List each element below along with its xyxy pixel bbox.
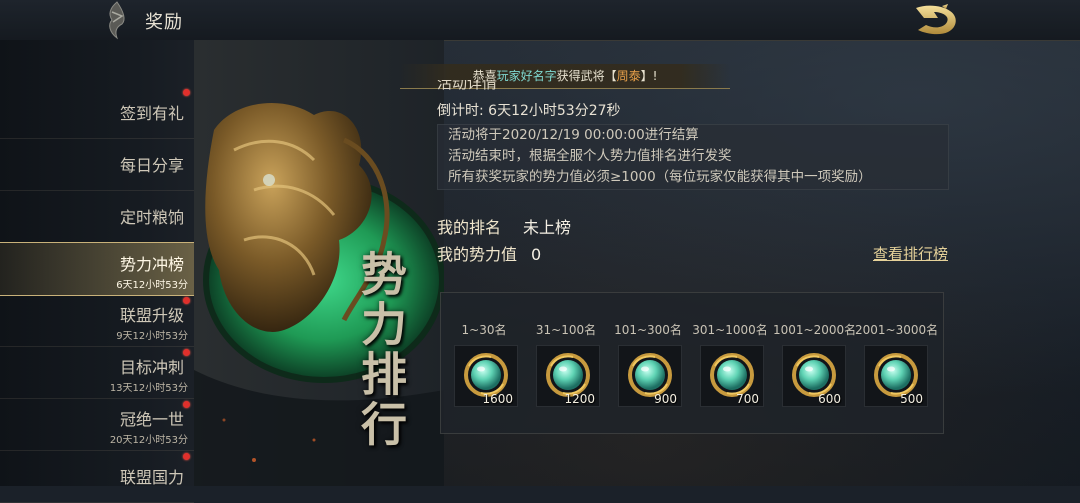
section-title: 活动详情: [437, 80, 497, 90]
sidebar-item-timer: 6天12小时53分: [116, 280, 188, 291]
banner-title: 势力排行: [354, 250, 408, 450]
sidebar-item-label: 联盟升级: [119, 306, 184, 325]
reward-item-slot[interactable]: 600: [782, 345, 846, 407]
sidebar-item-label: 联盟国力: [119, 468, 184, 487]
rule-line: 所有获奖玩家的势力值必须≥1000（每位玩家仅能获得其中一项奖励）: [448, 169, 872, 185]
announce-middle: 获得武将【: [556, 69, 617, 83]
sidebar-item-timer: 9天12小时53分: [116, 331, 188, 342]
my-power-value: 0: [531, 245, 542, 264]
back-dragon-icon[interactable]: [912, 3, 962, 37]
notification-dot: [183, 89, 190, 96]
reward-tier: 301~1000名 700: [691, 293, 769, 433]
notification-dot: [183, 349, 190, 356]
reward-item-slot[interactable]: 1200: [536, 345, 600, 407]
top-bar: 奖励: [0, 0, 1080, 41]
my-power-row: 我的势力值 0: [437, 241, 541, 265]
sidebar-item-label: 每日分享: [119, 156, 184, 175]
sidebar-item-label: 定时粮饷: [119, 208, 184, 227]
my-rank-row: 我的排名 未上榜: [437, 214, 571, 238]
reward-amount: 600: [818, 392, 841, 406]
reward-rank-range: 1001~2000名: [773, 323, 857, 337]
sidebar-item[interactable]: 签到有礼: [0, 86, 194, 139]
section-title-text: 活动详情: [437, 80, 498, 90]
announce-hero-name: 周泰: [616, 69, 641, 83]
sidebar-item-label: 冠绝一世: [119, 410, 184, 429]
rewards-panel: 1~30名 1600 31~100名 1200 101~300名 900 301~1000名…: [440, 292, 944, 434]
page-title: 奖励: [145, 12, 183, 33]
view-leaderboard-link[interactable]: 查看排行榜: [873, 243, 948, 264]
sidebar-item[interactable]: 联盟国力: [0, 450, 194, 503]
my-power-label: 我的势力值: [437, 245, 518, 264]
sidebar-item[interactable]: 势力冲榜 6天12小时53分: [0, 242, 194, 296]
sidebar-item-timer: 20天12小时53分: [109, 435, 188, 446]
sidebar-item[interactable]: 目标冲刺 13天12小时53分: [0, 346, 194, 399]
rule-line: 活动结束时，根据全服个人势力值排名进行发奖: [448, 148, 732, 164]
announce-suffix: 】!: [640, 69, 658, 83]
reward-rank-range: 101~300名: [614, 323, 682, 337]
notification-dot: [183, 453, 190, 460]
sidebar: 签到有礼每日分享定时粮饷势力冲榜 6天12小时53分联盟升级 9天12小时53分目标…: [0, 40, 195, 503]
reward-item-slot[interactable]: 1600: [454, 345, 518, 407]
reward-amount: 700: [736, 392, 759, 406]
notification-dot: [183, 401, 190, 408]
countdown-text: 倒计时: 6天12小时53分27秒: [437, 103, 621, 119]
reward-amount: 900: [654, 392, 677, 406]
reward-rank-range: 31~100名: [535, 323, 597, 337]
reward-item-slot[interactable]: 500: [864, 345, 928, 407]
reward-tier: 101~300名 900: [609, 293, 687, 433]
reward-tier: 1001~2000名 600: [773, 293, 857, 433]
sidebar-item-label: 签到有礼: [119, 104, 184, 123]
reward-item-slot[interactable]: 900: [618, 345, 682, 407]
reward-rank-range: 1~30名: [461, 323, 507, 337]
sidebar-item[interactable]: 每日分享: [0, 138, 194, 191]
my-rank-label: 我的排名: [437, 218, 502, 237]
notification-dot: [183, 297, 190, 304]
sidebar-item[interactable]: 联盟升级 9天12小时53分: [0, 294, 194, 347]
sidebar-item-label: 势力冲榜: [119, 255, 184, 274]
dragon-emblem-icon: [109, 1, 125, 40]
my-rank-value: 未上榜: [523, 218, 572, 237]
reward-item-slot[interactable]: 700: [700, 345, 764, 407]
reward-tier: 31~100名 1200: [527, 293, 605, 433]
reward-amount: 500: [900, 392, 923, 406]
announce-player-name: 玩家好名字: [496, 69, 557, 83]
reward-rank-range: 301~1000名: [692, 323, 768, 337]
reward-amount: 1200: [564, 392, 595, 406]
rule-line: 活动将于2020/12/19 00:00:00进行结算: [448, 127, 699, 143]
reward-tier: 2001~3000名 500: [855, 293, 939, 433]
sidebar-item[interactable]: 定时粮饷: [0, 190, 194, 243]
sidebar-item-timer: 13天12小时53分: [109, 383, 188, 394]
sidebar-item-label: 目标冲刺: [119, 358, 184, 377]
rules-box: 活动将于2020/12/19 00:00:00进行结算 活动结束时，根据全服个人…: [437, 124, 949, 190]
reward-rank-range: 2001~3000名: [855, 323, 939, 337]
reward-tier: 1~30名 1600: [445, 293, 523, 433]
reward-amount: 1600: [482, 392, 513, 406]
sidebar-item[interactable]: 冠绝一世 20天12小时53分: [0, 398, 194, 451]
